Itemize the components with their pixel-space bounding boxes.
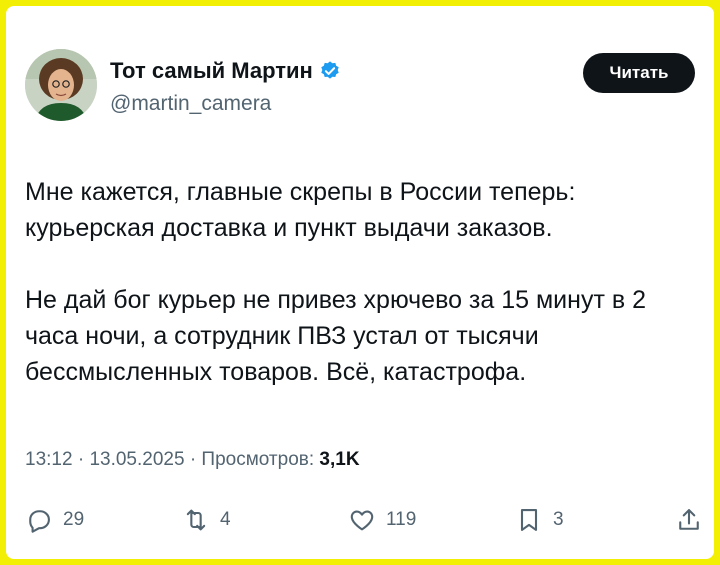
tweet-meta: 13:12 · 13.05.2025 · Просмотров: 3,1K	[25, 449, 360, 471]
share-button[interactable]	[675, 502, 703, 538]
share-icon	[679, 509, 699, 530]
author-name[interactable]: Тот самый Мартин	[110, 58, 313, 84]
bookmark-button[interactable]: 3	[515, 502, 564, 538]
avatar[interactable]	[25, 49, 97, 121]
author-name-row[interactable]: Тот самый Мартин	[110, 58, 341, 84]
tweet-paragraph: Не дай бог курьер не привез хрючево за 1…	[25, 286, 646, 386]
action-bar: 29 4 119 3	[25, 502, 705, 538]
bookmark-count: 3	[553, 509, 564, 530]
verified-badge-icon	[321, 61, 339, 79]
retweet-icon	[186, 509, 206, 531]
retweet-button[interactable]: 4	[182, 502, 231, 538]
follow-button[interactable]: Читать	[583, 53, 695, 93]
heart-icon	[350, 510, 374, 531]
meta-separator: ·	[77, 449, 90, 470]
reply-count: 29	[63, 509, 85, 530]
tweet-date[interactable]: 13.05.2025	[89, 449, 184, 470]
avatar-photo	[25, 49, 97, 121]
views-count: 3,1K	[319, 449, 360, 470]
reply-icon	[29, 510, 50, 533]
tweet-time[interactable]: 13:12	[25, 449, 73, 470]
like-count: 119	[386, 509, 417, 530]
tweet-paragraph: Мне кажется, главные скрепы в России теп…	[25, 178, 576, 242]
author-handle[interactable]: @martin_camera	[110, 92, 271, 116]
views-label: Просмотров:	[201, 449, 315, 470]
reply-button[interactable]: 29	[25, 502, 84, 538]
tweet-card: Тот самый Мартин @martin_camera Читать М…	[6, 6, 714, 559]
bookmark-icon	[520, 509, 538, 531]
meta-separator: ·	[189, 449, 202, 470]
tweet-text: Мне кажется, главные скрепы в России теп…	[25, 174, 705, 390]
like-button[interactable]: 119	[348, 502, 416, 538]
retweet-count: 4	[220, 509, 231, 530]
